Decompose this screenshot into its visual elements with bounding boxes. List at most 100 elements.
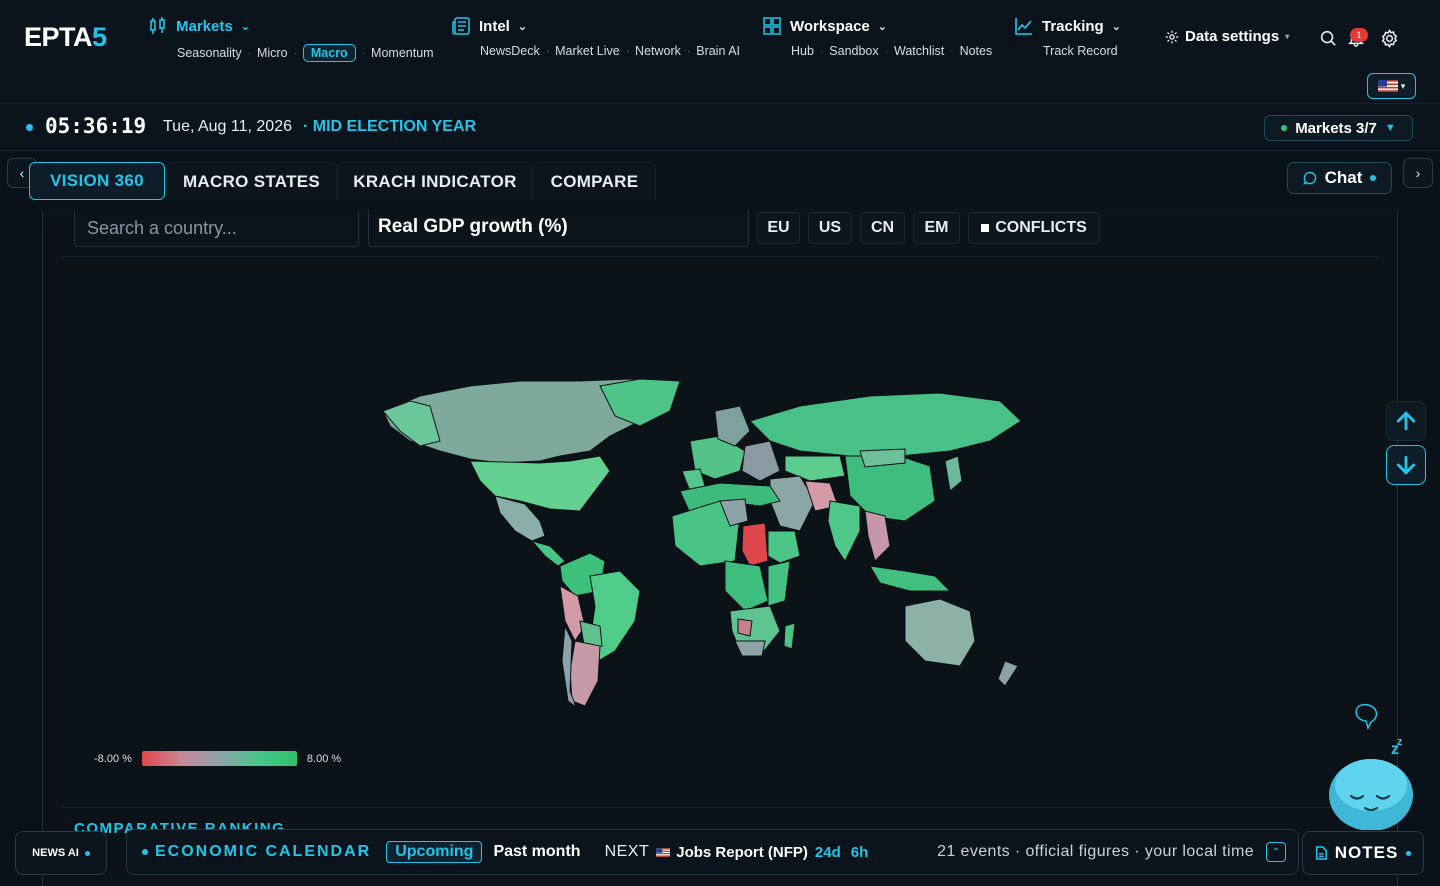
- legend-min: -8.00 %: [94, 752, 132, 765]
- tab-krach-indicator[interactable]: KRACH INDICATOR: [338, 162, 532, 200]
- notes-label: NOTES: [1334, 843, 1399, 862]
- status-dot: [1370, 175, 1377, 181]
- map-region-indonesia: [869, 565, 952, 592]
- status-dot: [84, 850, 90, 856]
- map-region-europe-east: [741, 440, 781, 482]
- map-region-australia: [904, 598, 976, 667]
- chevron-down-icon: ▼: [1384, 122, 1396, 134]
- document-icon: [1315, 846, 1327, 860]
- map-region-angola-patch: [737, 618, 753, 637]
- nav-item-brain-ai[interactable]: Brain AI: [696, 44, 740, 58]
- nav-workspace: Workspace ⌄ Hub · Sandbox · Watchlist · Not…: [762, 14, 992, 58]
- nav-tracking: Tracking ⌄ Track Record: [1014, 14, 1121, 58]
- assistant-mascot[interactable]: z z: [1325, 700, 1425, 830]
- grid-icon: [763, 17, 781, 35]
- nav-intel-header[interactable]: Intel ⌄: [451, 14, 740, 38]
- status-dot: [1406, 850, 1412, 856]
- notes-button[interactable]: NOTES: [1302, 831, 1424, 875]
- logo[interactable]: EPTA5: [24, 22, 107, 53]
- current-date: Tue, Aug 11, 2026: [163, 118, 292, 135]
- countdown-days: 24d: [814, 843, 841, 861]
- scroll-up-button[interactable]: [1386, 401, 1426, 441]
- nav-item-network[interactable]: Network: [635, 44, 681, 58]
- speech-bubble-icon: [1355, 703, 1378, 731]
- us-flag-icon: [1377, 80, 1398, 92]
- nav-item-notes[interactable]: Notes: [960, 44, 993, 58]
- chat-label: Chat: [1324, 168, 1363, 187]
- nav-markets: Markets ⌄ Seasonality · Micro · Macro · Mom…: [148, 14, 434, 62]
- tab-macro-states[interactable]: MACRO STATES: [166, 162, 337, 200]
- search-icon[interactable]: [1317, 27, 1339, 49]
- map-region-ethiopia: [767, 530, 801, 564]
- countdown-hours: 6h: [850, 843, 869, 861]
- color-legend: -8.00 % 8.00 %: [94, 751, 341, 766]
- arrow-up-icon: [1396, 411, 1416, 431]
- nav-item-macro[interactable]: Macro: [302, 44, 356, 62]
- legend-max: 8.00 %: [306, 752, 342, 765]
- chevron-down-icon: ⌄: [877, 20, 887, 33]
- map-region-japan: [944, 455, 963, 492]
- data-settings-button[interactable]: Data settings ▾: [1165, 28, 1289, 45]
- settings-gear-icon[interactable]: [1378, 27, 1400, 49]
- conflicts-toggle[interactable]: CONFLICTS: [968, 212, 1100, 244]
- chat-button[interactable]: Chat: [1287, 162, 1392, 194]
- notification-badge: 1: [1350, 28, 1368, 42]
- language-selector[interactable]: ▾: [1367, 73, 1416, 99]
- status-bar: 05:36:19 Tue, Aug 11, 2026 · MID ELECTIO…: [0, 105, 1440, 151]
- tab-compare[interactable]: COMPARE: [533, 162, 656, 200]
- nav-item-watchlist[interactable]: Watchlist: [894, 44, 944, 58]
- region-button-em[interactable]: EM: [913, 212, 960, 244]
- clock: 05:36:19: [45, 114, 147, 138]
- nav-item-track-record[interactable]: Track Record: [1043, 44, 1118, 58]
- chevron-down-icon: ⌄: [517, 20, 528, 33]
- tab-vision-360[interactable]: VISION 360: [29, 162, 165, 200]
- nav-item-seasonality[interactable]: Seasonality: [177, 46, 242, 60]
- map-region-madagascar: [783, 622, 796, 650]
- svg-text:z: z: [1397, 736, 1403, 748]
- chat-bubble-icon: [1302, 171, 1316, 185]
- indicator-select[interactable]: Real GDP growth (%): [368, 210, 749, 247]
- region-button-eu[interactable]: EU: [757, 212, 800, 244]
- map-region-sudan: [741, 522, 769, 567]
- live-indicator: [26, 124, 33, 131]
- country-search-input[interactable]: Search a country...: [74, 210, 359, 247]
- nav-item-momentum[interactable]: Momentum: [371, 46, 434, 60]
- nav-item-sandbox[interactable]: Sandbox: [829, 44, 878, 58]
- map-region-east-africa: [767, 560, 791, 607]
- candlestick-icon: [150, 17, 165, 34]
- filter-upcoming[interactable]: Upcoming: [386, 841, 483, 863]
- next-label: NEXT: [604, 843, 650, 860]
- status-dot: [142, 849, 148, 855]
- economic-calendar-bar: ECONOMIC CALENDAR Upcoming Past month NE…: [126, 829, 1299, 875]
- nav-item-micro[interactable]: Micro: [257, 46, 288, 60]
- tab-bar: ‹ VISION 360 MACRO STATES KRACH INDICATO…: [0, 152, 1440, 210]
- scroll-down-button[interactable]: [1386, 445, 1426, 485]
- nav-item-hub[interactable]: Hub: [791, 44, 814, 58]
- markets-open-button[interactable]: Markets 3/7 ▼: [1264, 115, 1413, 141]
- expand-calendar-button[interactable]: ⌃: [1266, 842, 1286, 862]
- news-ai-button[interactable]: NEWS AI: [15, 831, 107, 875]
- region-button-us[interactable]: US: [808, 212, 852, 244]
- newspaper-icon: [452, 17, 470, 35]
- map-region-scandinavia: [714, 405, 751, 447]
- map-region-india: [827, 500, 861, 562]
- nav-item-newsdeck[interactable]: NewsDeck: [480, 44, 540, 58]
- nav-workspace-header[interactable]: Workspace ⌄: [762, 14, 992, 38]
- filter-past-month[interactable]: Past month: [493, 843, 580, 861]
- map-container: [62, 256, 1378, 808]
- map-region-central-america: [530, 540, 566, 567]
- map-region-south-africa: [734, 640, 766, 657]
- nav-tracking-header[interactable]: Tracking ⌄: [1014, 14, 1121, 38]
- news-ai-label: NEWS AI: [32, 847, 79, 859]
- map-region-argentina: [569, 640, 601, 707]
- data-settings-label: Data settings: [1185, 28, 1280, 45]
- nav-item-market-live[interactable]: Market Live: [555, 44, 620, 58]
- us-flag-icon: [656, 847, 671, 857]
- nav-workspace-label: Workspace: [790, 17, 870, 35]
- next-event-name[interactable]: Jobs Report (NFP): [676, 844, 808, 861]
- nav-markets-header[interactable]: Markets ⌄: [148, 14, 434, 38]
- chevron-down-icon: ▾: [1400, 80, 1406, 91]
- region-button-cn[interactable]: CN: [860, 212, 905, 244]
- scroll-right-button[interactable]: ›: [1403, 158, 1433, 188]
- legend-gradient: [141, 751, 297, 766]
